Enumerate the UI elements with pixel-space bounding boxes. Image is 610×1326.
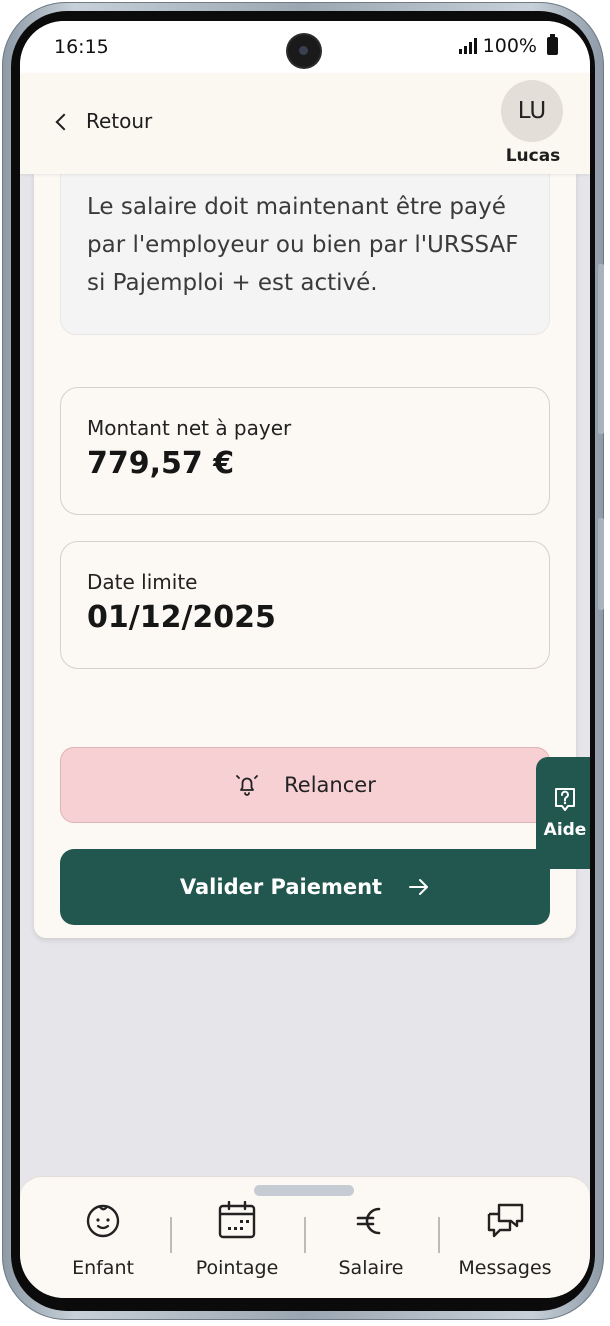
baby-face-icon (86, 1204, 120, 1238)
nav-item-messages[interactable]: Messages (440, 1201, 570, 1281)
bell-ring-icon (236, 775, 259, 796)
arrow-right-icon (409, 879, 429, 895)
payment-card: Le salaire doit maintenant être payé par… (34, 161, 576, 938)
remind-label: Relancer (284, 773, 376, 797)
header: Retour LU Lucas (20, 73, 590, 174)
back-label: Retour (86, 109, 153, 133)
info-text: Le salaire doit maintenant être payé par… (87, 194, 519, 296)
nav-label-salaire: Salaire (338, 1257, 404, 1279)
calendar-icon (218, 1201, 256, 1239)
power-button (598, 518, 604, 610)
front-camera (288, 35, 320, 67)
euro-icon (356, 1207, 381, 1235)
validate-payment-button[interactable]: Valider Paiement (60, 849, 550, 925)
deadline-value: 01/12/2025 (87, 600, 276, 635)
amount-label: Montant net à payer (87, 416, 292, 440)
drag-handle[interactable] (254, 1185, 354, 1196)
status-bar: 16:15 100% (20, 21, 590, 73)
nav-label-enfant: Enfant (72, 1257, 134, 1279)
signal-icon (458, 38, 477, 54)
nav-item-pointage[interactable]: Pointage (172, 1201, 302, 1281)
remind-button[interactable]: Relancer (60, 747, 550, 823)
nav-item-enfant[interactable]: Enfant (38, 1201, 168, 1281)
back-button[interactable]: Retour (55, 109, 153, 133)
amount-value: 779,57 € (87, 446, 235, 481)
deadline-label: Date limite (87, 570, 198, 594)
avatar[interactable]: LU (501, 80, 563, 142)
help-question-icon (555, 788, 575, 811)
help-label: Aide (543, 820, 587, 840)
help-tab[interactable]: Aide (536, 757, 590, 869)
volume-button (598, 264, 604, 434)
chevron-left-icon (55, 113, 73, 130)
bottom-navigation: Enfant Pointage Salaire Messages (20, 1176, 590, 1298)
chat-bubbles-icon (487, 1203, 524, 1238)
battery-icon (547, 34, 558, 55)
amount-card: Montant net à payer 779,57 € (60, 387, 550, 515)
user-name: Lucas (505, 146, 561, 166)
screen: 16:15 100% Retour LU Lucas Le salaire do… (20, 21, 590, 1298)
nav-label-messages: Messages (458, 1257, 552, 1279)
status-indicators: 100% (458, 34, 558, 57)
info-box: Le salaire doit maintenant être payé par… (60, 161, 550, 335)
battery-percent: 100% (482, 35, 537, 57)
deadline-card: Date limite 01/12/2025 (60, 541, 550, 669)
nav-item-salaire[interactable]: Salaire (306, 1201, 436, 1281)
status-time: 16:15 (54, 36, 109, 58)
validate-label: Valider Paiement (179, 875, 383, 899)
nav-label-pointage: Pointage (195, 1257, 279, 1279)
